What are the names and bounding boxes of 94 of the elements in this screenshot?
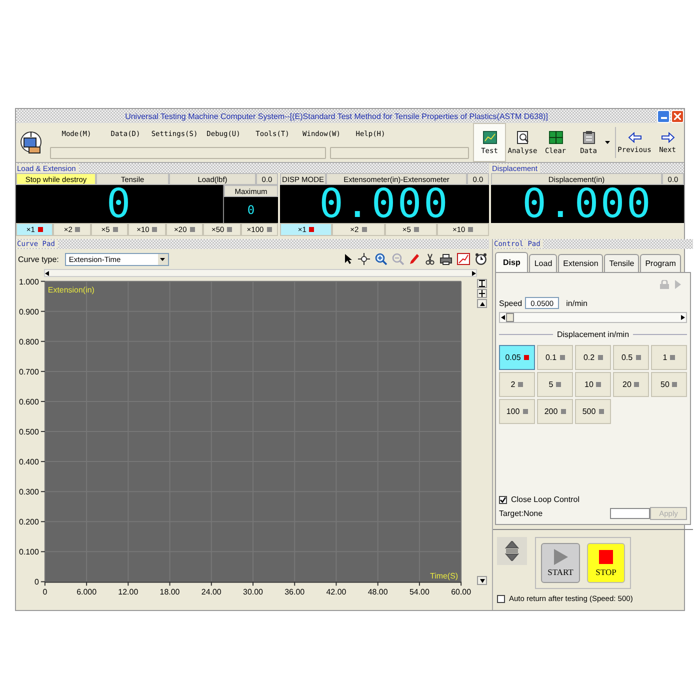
x-tick-label: 42.00	[326, 588, 346, 597]
y-tick-label: 0.300	[19, 488, 39, 497]
y-tick-label: 0.800	[19, 337, 39, 346]
stop-icon	[599, 550, 613, 564]
down-arrow-icon	[480, 578, 485, 582]
up-down-button[interactable]	[497, 537, 527, 565]
fit-height-button[interactable]	[477, 279, 488, 288]
checkbox-label: Close Loop Control	[511, 495, 580, 504]
expand-button[interactable]	[477, 289, 488, 298]
speed-button[interactable]: 20	[613, 372, 649, 397]
speed-unit: in/min	[566, 298, 588, 308]
pen-icon[interactable]	[409, 253, 420, 265]
fit-height-icon	[479, 280, 486, 287]
tab[interactable]: Program	[640, 254, 681, 272]
scroll-right-icon[interactable]	[472, 270, 476, 276]
slider-thumb[interactable]	[506, 313, 514, 322]
up-down-arrows-icon	[505, 541, 519, 561]
y-tick-label: 0.900	[19, 307, 39, 316]
document-icon	[516, 130, 530, 144]
target-label: Target:None	[499, 509, 543, 518]
speed-button[interactable]: 200	[537, 399, 573, 424]
checkbox[interactable]	[497, 594, 505, 602]
close-icon	[674, 112, 681, 120]
x-tick-label: 12.00	[118, 588, 138, 597]
zoom-in-icon[interactable]	[375, 253, 387, 265]
group-label: Displacement in/min	[556, 330, 630, 339]
speed-button[interactable]: 5	[537, 372, 573, 397]
grid-icon	[548, 130, 562, 144]
x-tick-label: 30.00	[243, 588, 263, 597]
chart-icon	[482, 130, 496, 144]
y-tick-label: 1.000	[19, 277, 39, 286]
x-tick-label: 60.00	[451, 588, 472, 597]
speed-button[interactable]: 50	[651, 372, 687, 397]
caret-icon[interactable]	[605, 141, 610, 144]
x-tick-label: 54.00	[409, 588, 430, 597]
alarm-clock-icon[interactable]	[475, 253, 487, 265]
y-tick-label: 0.100	[19, 548, 39, 557]
speed-button[interactable]: 100	[499, 399, 535, 424]
play-icon	[554, 549, 568, 565]
tab[interactable]: Load	[529, 254, 558, 272]
scroll-right-icon[interactable]	[681, 315, 685, 320]
chart-icon[interactable]	[457, 253, 470, 265]
checkbox[interactable]	[499, 496, 507, 504]
tab[interactable]: Extension	[558, 254, 604, 272]
scroll-left-icon[interactable]	[45, 270, 49, 276]
x-axis-title: Time(S)	[430, 572, 458, 581]
minimize-button[interactable]	[657, 110, 670, 122]
speed-button[interactable]: 0.1	[537, 345, 573, 370]
pointer-icon[interactable]	[343, 253, 353, 265]
y-tick-label: 0.500	[19, 428, 39, 436]
tab[interactable]: Tensile	[604, 254, 640, 272]
clipboard-icon	[582, 130, 594, 144]
start-button[interactable]: START	[541, 543, 580, 583]
speed-button[interactable]: 1	[651, 345, 687, 370]
scissors-icon[interactable]	[425, 253, 435, 265]
maximum-readout: 0	[247, 203, 255, 217]
y-tick-label: 0.700	[19, 367, 39, 376]
x-tick-label: 24.00	[201, 588, 222, 597]
y-tick-label: 0.600	[19, 397, 39, 406]
y-tick-label: 0.400	[19, 458, 39, 467]
x-tick-label: 48.00	[368, 588, 388, 597]
x-tick-label: 0	[42, 588, 48, 597]
crosshair-icon[interactable]	[358, 253, 370, 265]
tab[interactable]: Disp	[495, 252, 528, 272]
digital-readout: 0.000	[522, 185, 653, 223]
y-tick-label: 0.200	[19, 518, 39, 527]
target-field[interactable]	[610, 508, 650, 519]
y-axis-title: Extension(in)	[48, 285, 94, 294]
window-title: Universal Testing Machine Computer System--[(E)Standard Test Method for Tensile Properties of Plastics(ASTM D638)]	[124, 112, 549, 120]
computer-icon	[20, 130, 42, 154]
speed-button[interactable]: 2	[499, 372, 535, 397]
digital-readout: 0.000	[319, 185, 450, 223]
speed-label: Speed	[499, 298, 522, 308]
y-tick-label: 0	[34, 578, 39, 587]
x-tick-label: 36.00	[284, 588, 305, 597]
digital-readout: 0	[106, 185, 133, 223]
up-arrow-icon	[480, 302, 485, 306]
right-arrow-icon	[660, 132, 674, 142]
scroll-down-button[interactable]	[477, 576, 488, 585]
stop-button[interactable]: STOP	[587, 543, 625, 583]
x-tick-label: 6.000	[76, 588, 97, 597]
speed-button[interactable]: 0.5	[613, 345, 649, 370]
plus-icon	[479, 290, 486, 297]
close-button[interactable]	[671, 110, 684, 122]
speed-button[interactable]: 0.2	[575, 345, 611, 370]
caret-icon[interactable]	[160, 258, 166, 260]
speed-button[interactable]: 500	[575, 399, 611, 424]
curve-type-label: Curve type:	[18, 254, 59, 264]
x-tick-label: 18.00	[160, 588, 180, 597]
printer-icon[interactable]	[440, 254, 452, 264]
scroll-up-button[interactable]	[477, 299, 488, 308]
speed-button[interactable]: 10	[575, 372, 611, 397]
speed-button[interactable]: 0.05	[499, 345, 535, 370]
left-arrow-icon	[628, 132, 642, 142]
